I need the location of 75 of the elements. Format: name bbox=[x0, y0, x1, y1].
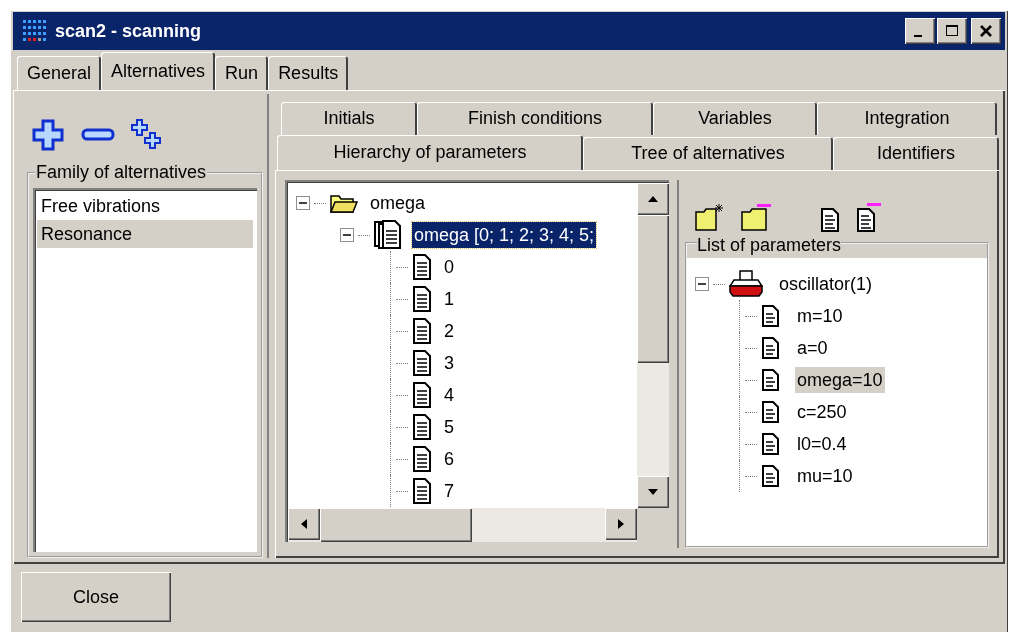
tree-item[interactable]: c=250 bbox=[795, 399, 849, 425]
close-button[interactable] bbox=[971, 18, 1001, 44]
close-icon bbox=[979, 24, 993, 38]
tab[interactable]: Identifiers bbox=[833, 137, 999, 170]
scroll-down-button[interactable] bbox=[637, 476, 669, 508]
document-icon bbox=[412, 286, 432, 312]
scroll-left-button[interactable] bbox=[288, 508, 320, 540]
left-arrow-icon bbox=[300, 518, 308, 530]
tree-item[interactable]: 2 bbox=[442, 318, 456, 344]
scroll-thumb[interactable] bbox=[320, 508, 472, 542]
minimize-icon bbox=[914, 35, 922, 37]
collapse-icon[interactable] bbox=[695, 277, 709, 291]
document-icon bbox=[761, 369, 781, 391]
app-icon bbox=[21, 19, 49, 43]
tree-item[interactable]: mu=10 bbox=[795, 463, 855, 489]
documents-icon bbox=[374, 220, 402, 250]
scroll-up-button[interactable] bbox=[637, 183, 669, 215]
tree-item[interactable]: 1 bbox=[442, 286, 456, 312]
document-icon bbox=[412, 478, 432, 504]
document-icon bbox=[761, 401, 781, 423]
tree-item[interactable]: a=0 bbox=[795, 335, 830, 361]
document-icon bbox=[412, 254, 432, 280]
document-icon bbox=[412, 446, 432, 472]
scroll-right-button[interactable] bbox=[605, 508, 637, 540]
tree-item[interactable]: oscillator(1) bbox=[777, 271, 875, 297]
tab[interactable]: Variables bbox=[653, 102, 817, 135]
document-icon bbox=[412, 382, 432, 408]
tree-item[interactable]: 3 bbox=[442, 350, 456, 376]
document-icon bbox=[761, 305, 781, 327]
tree-item[interactable]: omega=10 bbox=[795, 367, 885, 393]
tree-item[interactable]: omega [0; 1; 2; 3; 4; 5; bbox=[412, 222, 597, 248]
collapse-icon[interactable] bbox=[296, 196, 310, 210]
printer-icon bbox=[729, 270, 763, 298]
document-icon bbox=[761, 433, 781, 455]
document-icon bbox=[412, 350, 432, 376]
minimize-button[interactable] bbox=[905, 18, 935, 44]
tab[interactable]: Integration bbox=[817, 102, 997, 135]
vertical-scrollbar[interactable] bbox=[637, 183, 669, 508]
tab[interactable]: Finish conditions bbox=[417, 102, 653, 135]
group-title: Family of alternatives bbox=[35, 162, 208, 182]
tab[interactable]: Alternatives bbox=[101, 52, 216, 90]
tab[interactable]: Tree of alternatives bbox=[583, 137, 833, 170]
close-dialog-button[interactable]: Close bbox=[21, 572, 171, 622]
list-item[interactable]: Resonance bbox=[37, 220, 253, 248]
document-icon bbox=[412, 318, 432, 344]
maximize-icon bbox=[945, 24, 959, 38]
tree-item[interactable]: 4 bbox=[442, 382, 456, 408]
collapse-icon[interactable] bbox=[340, 228, 354, 242]
tree-item[interactable]: 5 bbox=[442, 414, 456, 440]
right-arrow-icon bbox=[617, 518, 625, 530]
tree-item[interactable]: l0=0.4 bbox=[795, 431, 849, 457]
maximize-button[interactable] bbox=[937, 18, 967, 44]
document-icon bbox=[412, 414, 432, 440]
window-title: scan2 - scanning bbox=[55, 20, 202, 42]
tree-item[interactable]: 6 bbox=[442, 446, 456, 472]
list-item[interactable]: Free vibrations bbox=[37, 192, 253, 220]
tab[interactable]: Run bbox=[215, 56, 269, 90]
tree-item[interactable]: 7 bbox=[442, 478, 456, 504]
tree-item[interactable]: 0 bbox=[442, 254, 456, 280]
horizontal-scrollbar[interactable] bbox=[288, 508, 669, 542]
tab[interactable]: Results bbox=[268, 56, 349, 90]
folder-icon bbox=[330, 192, 358, 214]
document-icon bbox=[761, 337, 781, 359]
scroll-thumb[interactable] bbox=[637, 215, 669, 363]
tree-item[interactable]: m=10 bbox=[795, 303, 845, 329]
tab[interactable]: General bbox=[17, 56, 102, 90]
tab[interactable]: Initials bbox=[281, 102, 417, 135]
tree-item[interactable]: omega bbox=[368, 190, 428, 216]
add-icon[interactable] bbox=[31, 118, 65, 152]
tab[interactable]: Hierarchy of parameters bbox=[277, 135, 583, 170]
remove-document-icon[interactable] bbox=[855, 202, 883, 232]
down-arrow-icon bbox=[647, 488, 659, 496]
document-icon bbox=[761, 465, 781, 487]
up-arrow-icon bbox=[647, 195, 659, 203]
remove-folder-icon[interactable] bbox=[741, 202, 773, 232]
